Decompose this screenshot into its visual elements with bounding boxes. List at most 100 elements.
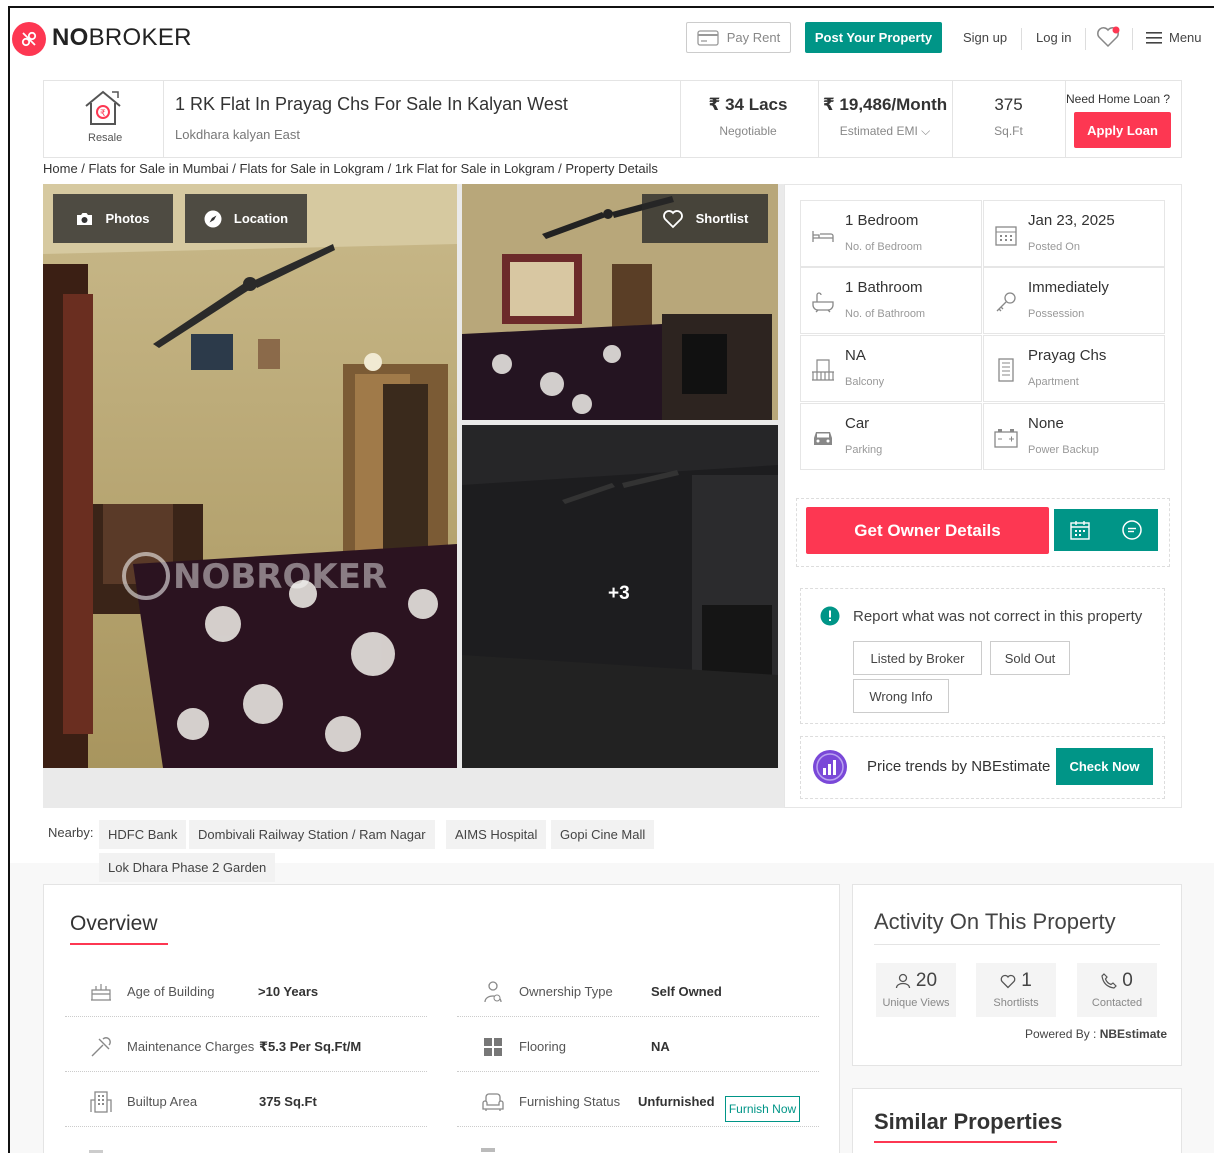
report-listed-by-broker-button[interactable]: Listed by Broker bbox=[853, 641, 982, 675]
nearby-chip[interactable]: Gopi Cine Mall bbox=[551, 820, 655, 849]
sign-up-link[interactable]: Sign up bbox=[963, 30, 1007, 45]
calendar-icon bbox=[1070, 521, 1090, 540]
compass-icon bbox=[204, 210, 222, 227]
powered-by: Powered By : NBEstimate bbox=[1025, 1027, 1168, 1041]
svg-text:₹: ₹ bbox=[100, 109, 106, 119]
nearby-chip[interactable]: AIMS Hospital bbox=[446, 820, 547, 849]
overview-underline bbox=[70, 943, 168, 945]
area-block: 375 Sq.Ft bbox=[952, 95, 1065, 138]
menu-button[interactable]: Menu bbox=[1146, 30, 1202, 45]
spec-posted-on: Jan 23, 2025 Posted On bbox=[983, 200, 1165, 267]
overview-row-builtup: Builtup Area 375 Sq.Ft bbox=[65, 1072, 427, 1127]
spec-power-backup: None Power Backup bbox=[983, 403, 1165, 470]
tools-icon bbox=[91, 1037, 111, 1057]
building-icon bbox=[998, 358, 1014, 382]
more-photos-count[interactable]: +3 bbox=[608, 583, 630, 605]
info-alert-icon bbox=[820, 606, 840, 631]
phone-icon bbox=[1101, 973, 1118, 989]
overview-title: Overview bbox=[70, 912, 158, 935]
area-unit: Sq.Ft bbox=[994, 124, 1023, 138]
check-now-button[interactable]: Check Now bbox=[1056, 748, 1153, 785]
resale-house-icon: ₹ bbox=[82, 88, 124, 133]
bed-icon bbox=[812, 231, 834, 242]
nearby-chip[interactable]: Lok Dhara Phase 2 Garden bbox=[99, 853, 276, 882]
breadcrumb[interactable]: Home / Flats for Sale in Mumbai / Flats … bbox=[43, 161, 658, 176]
nav-divider bbox=[1085, 28, 1086, 50]
area-building-icon bbox=[90, 1091, 112, 1113]
price-trend-text: Price trends by NBEstimate bbox=[867, 758, 1051, 775]
building-age-icon bbox=[91, 984, 111, 1001]
activity-divider bbox=[874, 944, 1160, 945]
nav-divider bbox=[1021, 28, 1022, 50]
svg-text:NOBROKER: NOBROKER bbox=[173, 557, 387, 597]
nearby-label: Nearby: bbox=[48, 825, 94, 840]
user-icon bbox=[895, 973, 911, 989]
owner-icon bbox=[484, 981, 502, 1003]
similar-properties-title: Similar Properties bbox=[874, 1109, 1063, 1134]
camera-icon bbox=[77, 212, 93, 225]
get-owner-details-button[interactable]: Get Owner Details bbox=[806, 507, 1049, 554]
overview-row-age: Age of Building >10 Years bbox=[65, 962, 427, 1017]
heart-icon bbox=[1000, 974, 1016, 988]
similar-underline bbox=[874, 1141, 1057, 1143]
credit-card-icon bbox=[697, 29, 719, 46]
home-loan-prompt: Need Home Loan ? bbox=[1066, 92, 1171, 106]
photos-button[interactable]: Photos bbox=[53, 194, 173, 243]
chat-bubble-icon bbox=[1122, 520, 1142, 540]
flooring-tiles-icon bbox=[484, 1038, 502, 1056]
shortlist-button[interactable]: Shortlist bbox=[642, 194, 768, 243]
location-button[interactable]: Location bbox=[185, 194, 307, 243]
post-your-property-button[interactable]: Post Your Property bbox=[805, 22, 942, 53]
browser-page: NOBROKER Pay Rent Post Your Property Sig… bbox=[8, 6, 1214, 1153]
apply-loan-button[interactable]: Apply Loan bbox=[1074, 112, 1171, 148]
area-value: 375 bbox=[994, 95, 1023, 114]
activity-title: Activity On This Property bbox=[874, 909, 1116, 934]
emi-note: Estimated EMI ⌵ bbox=[839, 124, 931, 138]
shortlists-stat: 1 Shortlists bbox=[976, 963, 1056, 1017]
unique-views-stat: 20 Unique Views bbox=[876, 963, 956, 1017]
heart-icon bbox=[662, 209, 683, 228]
spec-apartment: Prayag Chs Apartment bbox=[983, 335, 1165, 402]
balcony-icon bbox=[812, 359, 834, 381]
calendar-icon bbox=[995, 226, 1017, 246]
key-icon bbox=[996, 292, 1016, 312]
report-wrong-info-button[interactable]: Wrong Info bbox=[853, 679, 949, 713]
price-block: ₹ 34 Lacs Negotiable bbox=[680, 95, 816, 138]
battery-icon bbox=[994, 429, 1018, 448]
spec-possession: Immediately Possession bbox=[983, 267, 1165, 334]
log-in-link[interactable]: Log in bbox=[1036, 30, 1071, 45]
overview-row-ownership: Ownership Type Self Owned bbox=[457, 962, 819, 1017]
nearby-chip[interactable]: HDFC Bank bbox=[99, 820, 187, 849]
report-sold-out-button[interactable]: Sold Out bbox=[990, 641, 1070, 675]
sofa-icon bbox=[482, 1093, 504, 1111]
car-icon bbox=[814, 432, 832, 445]
bathtub-icon bbox=[812, 292, 834, 313]
overview-row-flooring: Flooring NA bbox=[457, 1017, 819, 1072]
nobroker-logo-icon[interactable] bbox=[12, 22, 46, 56]
report-text: Report what was not correct in this prop… bbox=[853, 608, 1143, 625]
heart-shortlist-icon[interactable] bbox=[1096, 26, 1122, 53]
price-note: Negotiable bbox=[719, 124, 777, 138]
overview-row-maintenance: Maintenance Charges ₹5.3 Per Sq.Ft/M bbox=[65, 1017, 427, 1072]
emi-block[interactable]: ₹ 19,486/Month Estimated EMI ⌵ bbox=[818, 95, 952, 139]
nav-divider bbox=[1132, 28, 1133, 50]
spec-parking: Car Parking bbox=[800, 403, 982, 470]
locality-text: Lokdhara kalyan East bbox=[175, 127, 301, 142]
page-title: 1 RK Flat In Prayag Chs For Sale In Kaly… bbox=[175, 94, 568, 114]
resale-badge: Resale bbox=[88, 132, 123, 144]
hamburger-icon bbox=[1146, 31, 1162, 44]
spec-bathroom: 1 Bathroom No. of Bathroom bbox=[800, 267, 982, 334]
spec-bedroom: 1 Bedroom No. of Bedroom bbox=[800, 200, 982, 267]
nearby-chip[interactable]: Dombivali Railway Station / Ram Nagar bbox=[189, 820, 435, 849]
main-photo[interactable]: NOBROKER bbox=[43, 184, 457, 768]
schedule-visit-button[interactable] bbox=[1054, 509, 1106, 551]
furnish-now-button[interactable]: Furnish Now bbox=[725, 1096, 800, 1122]
chevron-down-icon: ⌵ bbox=[921, 124, 931, 138]
pay-rent-button[interactable]: Pay Rent bbox=[686, 22, 791, 53]
next-row-icon-partial bbox=[481, 1148, 495, 1152]
emi-value: ₹ 19,486/Month bbox=[822, 95, 948, 114]
contacted-stat: 0 Contacted bbox=[1077, 963, 1157, 1017]
chat-button[interactable] bbox=[1106, 509, 1158, 551]
spec-balcony: NA Balcony bbox=[800, 335, 982, 402]
nobroker-logo-text[interactable]: NOBROKER bbox=[52, 24, 192, 52]
